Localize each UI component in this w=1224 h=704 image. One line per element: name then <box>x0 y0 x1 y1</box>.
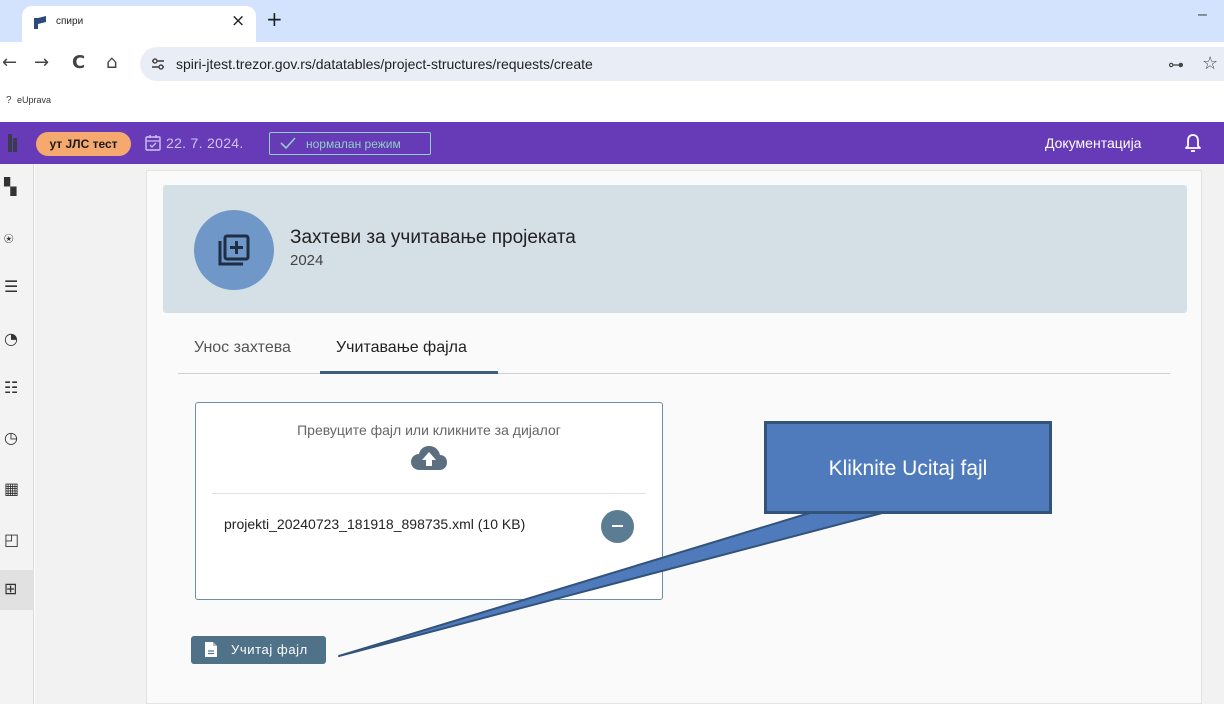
sidebar: ▚ ⍟ ☰ ◔ ☷ ◷ ▦ ◰ ⊞ <box>0 164 34 704</box>
bookmark-favicon-icon: ? <box>6 95 12 106</box>
minimize-button[interactable]: – <box>1198 6 1207 24</box>
payments-icon: ⍟ <box>4 229 14 248</box>
dashboard-icon: ▚ <box>4 177 17 196</box>
bookmarks-bar: ? eUprava <box>0 90 1224 122</box>
active-tab-indicator <box>320 371 498 374</box>
screen: спири × + – ← → C ⌂ spiri-jtest.trezor.g… <box>0 0 1224 704</box>
browser-tab-strip: спири × + – <box>0 0 1224 42</box>
bell-icon[interactable] <box>1184 133 1202 153</box>
chart-icon: ◔ <box>4 329 18 348</box>
current-date: 22. 7. 2024. <box>166 135 244 151</box>
browser-toolbar: ← → C ⌂ spiri-jtest.trezor.gov.rs/datata… <box>0 42 1224 90</box>
accounts-icon: ◰ <box>4 530 20 549</box>
bookmark-star-icon[interactable]: ☆ <box>1202 53 1218 74</box>
site-info-icon[interactable] <box>150 56 166 72</box>
page-year: 2024 <box>290 252 324 269</box>
history-icon: ◷ <box>4 428 18 447</box>
reload-icon[interactable]: C <box>72 52 85 73</box>
back-icon[interactable]: ← <box>2 52 17 73</box>
tab-title: спири <box>56 16 84 27</box>
file-dropzone[interactable]: Превуците фајл или кликните за дијалог p… <box>195 402 663 600</box>
instruction-callout: Kliknite Ucitaj fajl <box>764 421 1052 514</box>
tab-request-entry[interactable]: Унос захтева <box>194 339 291 357</box>
callout-text: Kliknite Ucitaj fajl <box>828 457 988 480</box>
minus-icon <box>612 525 623 527</box>
remove-file-button[interactable] <box>601 510 634 543</box>
library-add-icon <box>218 234 250 266</box>
upload-button-label: Учитај фајл <box>231 642 308 657</box>
environment-badge[interactable]: ут ЈЛС тест <box>36 132 131 156</box>
sidebar-item-history[interactable]: ◷ <box>0 419 34 459</box>
tab-file-upload[interactable]: Учитавање фајла <box>336 339 467 357</box>
sidebar-item-accounts[interactable]: ◰ <box>0 521 34 561</box>
list-icon: ☰ <box>4 277 19 296</box>
forward-icon[interactable]: → <box>34 52 49 73</box>
upload-file-button[interactable]: Учитај фајл <box>191 636 326 664</box>
app-logo-icon[interactable] <box>8 134 18 152</box>
address-bar[interactable]: spiri-jtest.trezor.gov.rs/datatables/pro… <box>140 47 1224 81</box>
table-icon: ⊞ <box>4 579 18 598</box>
sidebar-item-dashboard[interactable]: ▚ <box>0 168 34 208</box>
calculator-icon: ▦ <box>4 479 20 498</box>
bookmark-euprava[interactable]: eUprava <box>17 95 51 105</box>
page-hero: Захтеви за учитавање пројеката 2024 <box>163 185 1187 313</box>
dropzone-divider <box>212 493 646 494</box>
selected-file-name: projekti_20240723_181918_898735.xml (10 … <box>224 516 526 532</box>
hero-avatar <box>194 210 274 290</box>
sidebar-item-clipboard[interactable]: ☷ <box>0 369 34 409</box>
url-text[interactable]: spiri-jtest.trezor.gov.rs/datatables/pro… <box>176 56 593 72</box>
mode-label: нормалан режим <box>306 137 401 151</box>
sidebar-item-chart[interactable]: ◔ <box>0 320 34 360</box>
calendar-icon <box>145 135 161 151</box>
cloud-upload-icon <box>411 446 447 470</box>
mode-status: нормалан режим <box>269 132 431 155</box>
home-icon[interactable]: ⌂ <box>106 52 117 73</box>
close-tab-icon[interactable]: × <box>231 11 245 31</box>
file-icon <box>205 642 217 657</box>
dropzone-hint: Превуците фајл или кликните за дијалог <box>297 422 561 438</box>
clipboard-icon: ☷ <box>4 378 19 397</box>
sidebar-item-calculator[interactable]: ▦ <box>0 470 34 510</box>
favicon-icon <box>34 16 46 29</box>
sidebar-item-list[interactable]: ☰ <box>0 268 34 308</box>
sidebar-item-payments[interactable]: ⍟ <box>0 220 34 260</box>
app-header: ут ЈЛС тест 22. 7. 2024. нормалан режим … <box>0 122 1224 164</box>
new-tab-button[interactable]: + <box>266 7 283 31</box>
browser-tab[interactable]: спири × <box>22 6 256 42</box>
documentation-link[interactable]: Документација <box>1045 135 1141 151</box>
sidebar-item-tables[interactable]: ⊞ <box>0 570 34 610</box>
check-icon <box>280 137 296 150</box>
page-title: Захтеви за учитавање пројеката <box>290 227 576 248</box>
password-key-icon[interactable]: ⊶ <box>1168 55 1184 75</box>
